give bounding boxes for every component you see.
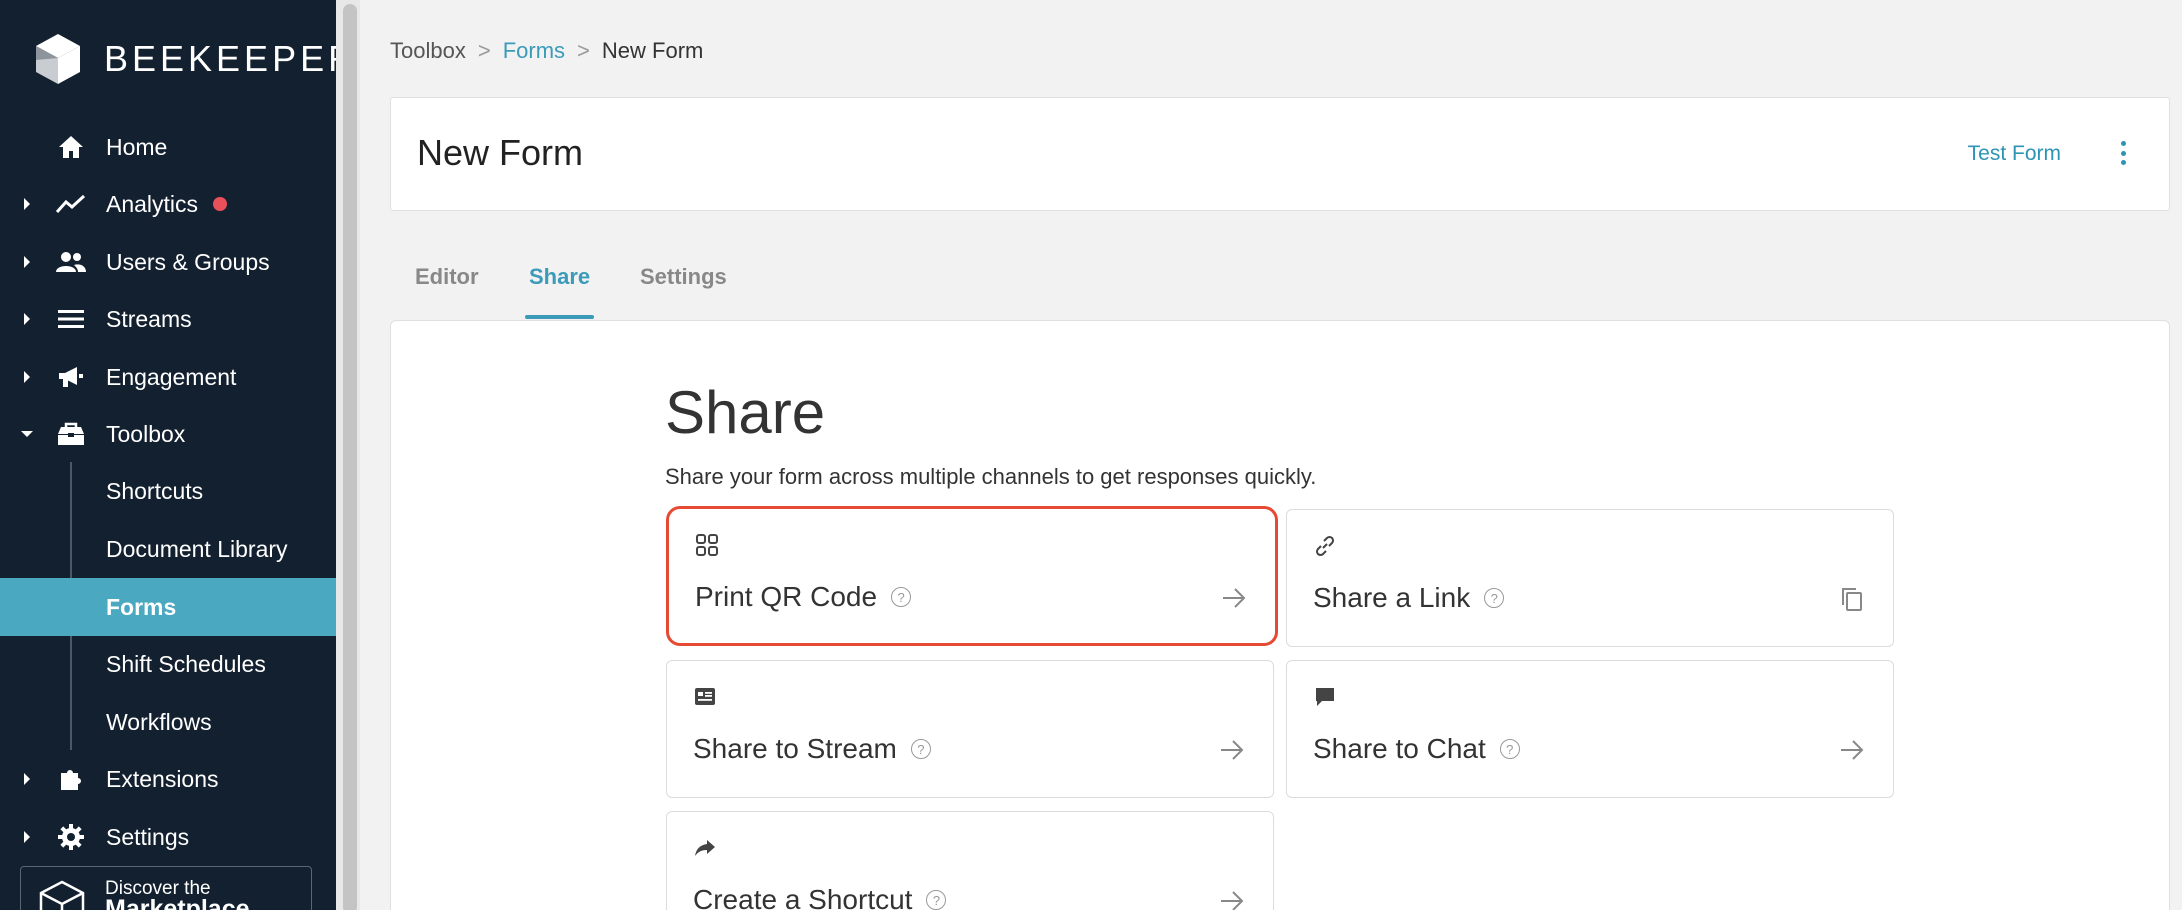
form-header: New Form Test Form: [390, 97, 2170, 211]
breadcrumb-current: New Form: [601, 38, 704, 63]
megaphone-icon: [56, 362, 86, 392]
share-panel: [390, 320, 2170, 910]
sidebar-item-extensions[interactable]: Extensions: [0, 750, 336, 808]
breadcrumb: Toolbox > Forms > New Form: [390, 38, 703, 64]
sidebar-item-label: Home: [106, 133, 168, 160]
arrow-right-icon: [1223, 588, 1246, 608]
caret-right-icon: [20, 772, 34, 786]
brand-name: BEEKEEPER: [104, 38, 359, 79]
chat-bubble-icon: [1316, 688, 1334, 706]
arrow-right-icon: [1221, 740, 1244, 760]
puzzle-icon: [56, 764, 86, 794]
sidebar-subitem-forms[interactable]: Forms: [0, 578, 336, 636]
sidebar-item-streams[interactable]: Streams: [0, 290, 336, 348]
tab-settings[interactable]: Settings: [640, 264, 727, 290]
create-shortcut-option[interactable]: Create a Shortcut ?: [666, 811, 1274, 910]
sidebar-item-engagement[interactable]: Engagement: [0, 348, 336, 406]
breadcrumb-toolbox[interactable]: Toolbox: [390, 38, 466, 64]
test-form-button[interactable]: Test Form: [1968, 142, 2061, 166]
share-link-label: Share a Link: [1313, 582, 1471, 613]
sidebar-item-label: Engagement: [106, 363, 237, 390]
help-icon[interactable]: ?: [910, 739, 931, 759]
home-icon: [56, 132, 86, 162]
page-title: New Form: [417, 132, 584, 173]
sidebar-subitem-document-library[interactable]: Document Library: [0, 520, 336, 578]
help-icon[interactable]: ?: [1484, 588, 1505, 608]
option-label: Share to Chat ?: [1313, 733, 1520, 765]
share-to-chat-label: Share to Chat: [1313, 733, 1486, 764]
help-icon[interactable]: ?: [1499, 739, 1520, 759]
sidebar-subitem-workflows[interactable]: Workflows: [0, 693, 336, 751]
breadcrumb-separator: >: [477, 38, 491, 63]
sidebar-item-settings[interactable]: Settings: [0, 808, 336, 866]
arrow-right-icon: [1841, 740, 1864, 760]
sidebar-item-label: Forms: [106, 593, 177, 620]
sidebar-item-label: Extensions: [106, 765, 219, 792]
notification-dot: [213, 197, 227, 211]
share-link-option[interactable]: Share a Link ?: [1286, 509, 1894, 647]
marketplace-line2: Marketplace: [105, 895, 250, 910]
print-qr-code-label: Print QR Code: [695, 581, 878, 612]
sidebar-item-label: Workflows: [106, 708, 212, 735]
share-description: Share your form across multiple channels…: [665, 464, 1317, 489]
cube-icon: [39, 880, 85, 910]
sidebar-item-label: Users & Groups: [106, 248, 270, 275]
more-options-icon[interactable]: [2117, 138, 2129, 168]
share-arrow-icon: [695, 840, 715, 856]
qr-code-icon: [696, 534, 718, 556]
sidebar-item-label: Settings: [106, 823, 190, 850]
sidebar-item-label: Toolbox: [106, 420, 186, 447]
marketplace-banner[interactable]: Discover the Marketplace: [20, 866, 312, 910]
share-heading: Share: [665, 379, 826, 446]
beekeeper-logo-icon: [36, 34, 80, 84]
sidebar-item-users-groups[interactable]: Users & Groups: [0, 233, 336, 291]
caret-right-icon: [20, 830, 34, 844]
sidebar-item-label: Streams: [106, 305, 192, 332]
tab-share[interactable]: Share: [529, 264, 590, 290]
option-label: Print QR Code ?: [695, 581, 912, 613]
sidebar-item-label: Shift Schedules: [106, 650, 266, 677]
option-label: Share to Stream ?: [693, 733, 931, 765]
caret-right-icon: [20, 197, 34, 211]
sidebar-item-label: Document Library: [106, 535, 288, 562]
create-shortcut-label: Create a Shortcut: [693, 884, 913, 910]
toolbox-icon: [56, 419, 86, 449]
brand-logo[interactable]: BEEKEEPER: [34, 32, 358, 86]
caret-right-icon: [20, 312, 34, 326]
option-label: Share a Link ?: [1313, 582, 1505, 614]
sidebar-subitem-shift-schedules[interactable]: Shift Schedules: [0, 635, 336, 693]
analytics-icon: [56, 189, 86, 219]
caret-down-icon: [20, 427, 34, 441]
share-to-stream-label: Share to Stream: [693, 733, 897, 764]
tab-editor[interactable]: Editor: [415, 264, 479, 290]
sidebar-item-analytics[interactable]: Analytics: [0, 175, 336, 233]
share-to-stream-option[interactable]: Share to Stream ?: [666, 660, 1274, 798]
print-qr-code-option[interactable]: Print QR Code ?: [666, 506, 1278, 646]
sidebar-item-home[interactable]: Home: [0, 118, 336, 176]
help-icon[interactable]: ?: [891, 587, 912, 607]
sidebar-subitem-shortcuts[interactable]: Shortcuts: [0, 462, 336, 520]
users-icon: [56, 247, 86, 277]
streams-icon: [56, 304, 86, 334]
arrow-right-icon: [1221, 891, 1244, 910]
gear-icon: [56, 822, 86, 852]
link-icon: [1315, 535, 1335, 557]
sidebar-item-toolbox[interactable]: Toolbox: [0, 405, 336, 463]
active-tab-indicator: [525, 315, 594, 319]
sidebar-scrollbar-thumb[interactable]: [343, 4, 357, 910]
stream-post-icon: [695, 688, 715, 705]
caret-right-icon: [20, 255, 34, 269]
marketplace-text: Discover the Marketplace: [105, 879, 250, 910]
caret-right-icon: [20, 370, 34, 384]
help-icon[interactable]: ?: [926, 890, 947, 910]
sidebar-item-label: Shortcuts: [106, 477, 204, 504]
sidebar: BEEKEEPER Home Analytics Users & Groups …: [0, 0, 354, 910]
copy-icon[interactable]: [1839, 586, 1865, 612]
share-to-chat-option[interactable]: Share to Chat ?: [1286, 660, 1894, 798]
breadcrumb-separator: >: [577, 38, 590, 63]
sidebar-item-label: Analytics: [106, 190, 199, 217]
breadcrumb-forms[interactable]: Forms: [503, 38, 565, 64]
option-label: Create a Shortcut ?: [693, 884, 947, 910]
